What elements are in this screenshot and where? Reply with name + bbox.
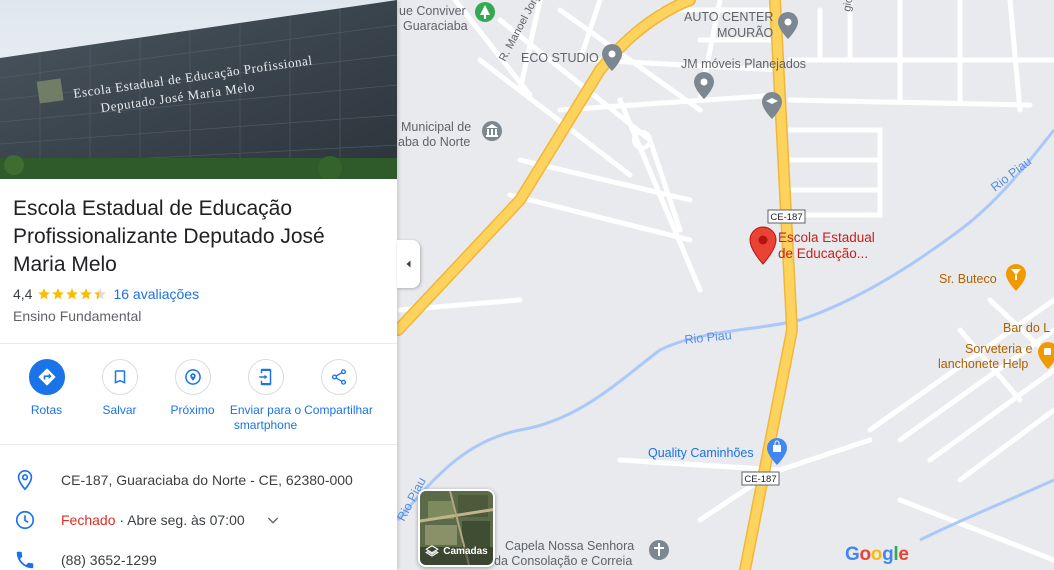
clock-icon [0,509,61,531]
star-icon [80,288,93,300]
layers-icon [425,545,440,557]
save-button[interactable]: Salvar [83,359,156,433]
route-shield: CE-187 [767,209,806,224]
svg-text:CE-187: CE-187 [744,474,776,485]
map-label: AUTO CENTER [684,10,773,24]
nearby-icon [174,359,211,395]
map-label: JM móveis Planejados [681,57,806,71]
place-panel: Escola Estadual de Educação Profissional… [0,0,397,570]
divider [0,444,397,445]
send-to-phone-label: Enviar para o smartphone [229,403,302,432]
star-icon [94,288,107,300]
star-icon [66,288,79,300]
hours-row[interactable]: Fechado · Abre seg. às 07:00 [0,500,397,540]
location-pin-icon [0,469,61,491]
map-canvas[interactable]: CE-187 CE-187 ue Conviver Guaraciaba R. … [397,0,1054,570]
address-row[interactable]: CE-187, Guaraciaba do Norte - CE, 62380-… [0,460,397,500]
layers-label: Camadas [443,545,488,557]
phone-icon [0,549,61,570]
save-label: Salvar [102,403,137,417]
action-bar: Rotas Salvar Próximo Enviar para o smart… [10,359,389,433]
svg-text:CE-187: CE-187 [770,212,802,223]
map-label: MOURÃO [717,26,774,40]
selected-place-label: Escola Estadual [778,230,875,245]
phone-send-icon [247,359,284,395]
bookmark-icon [101,359,138,395]
map-label: Sr. Buteco [939,272,997,286]
phone-row[interactable]: (88) 3652-1299 [0,540,397,570]
chevron-down-icon[interactable] [265,512,281,528]
rating-value: 4,4 [13,286,33,302]
directions-label: Rotas [30,403,63,417]
layers-button[interactable]: Camadas [418,489,495,567]
divider [0,343,397,344]
map-label: Bar do L [1003,321,1050,335]
map-label: aba do Norte [398,135,470,149]
route-shield: CE-187 [741,471,780,486]
chevron-left-icon [406,260,410,268]
send-to-phone-button[interactable]: Enviar para o smartphone [229,359,302,433]
place-photo[interactable]: Escola Estadual de Educação Profissional… [0,0,397,179]
map-label: ue Conviver [399,4,466,18]
directions-button[interactable]: Rotas [10,359,83,433]
reviews-link[interactable]: 16 avaliações [113,286,199,302]
map-label: Guaraciaba [403,19,468,33]
google-logo: Google [845,544,909,565]
collapse-panel-button[interactable] [397,240,420,288]
rating-row: 4,4 16 avaliações [13,285,373,303]
hours-status: Fechado [61,512,116,528]
park-icon[interactable] [475,2,495,22]
layers-label-row: Camadas [420,544,493,558]
map-label: ECO STUDIO [521,51,599,65]
nearby-button[interactable]: Próximo [156,359,229,433]
selected-place-label: de Educação... [778,246,868,261]
museum-icon[interactable] [482,121,502,141]
hours-detail: · Abre seg. às 07:00 [115,512,245,528]
share-label: Compartilhar [304,403,373,417]
nearby-label: Próximo [170,403,215,417]
map-label: Sorveteria e [965,342,1032,356]
map-label: Capela Nossa Senhora [505,539,634,553]
place-category[interactable]: Ensino Fundamental [13,308,373,324]
phone-text: (88) 3652-1299 [61,552,157,568]
map-label: Municipal de [401,120,471,134]
share-button[interactable]: Compartilhar [302,359,375,433]
directions-icon [28,359,65,395]
map-label: lanchonete Help [938,357,1028,371]
church-icon[interactable] [649,540,669,560]
map-label: da Consolação e Correia [494,554,632,568]
share-icon [320,359,357,395]
place-title: Escola Estadual de Educação Profissional… [13,197,325,276]
star-icon [52,288,65,300]
rating-stars [37,287,107,301]
address-text: CE-187, Guaraciaba do Norte - CE, 62380-… [61,472,353,488]
star-icon [38,288,51,300]
map-label: Quality Caminhões [648,446,754,460]
